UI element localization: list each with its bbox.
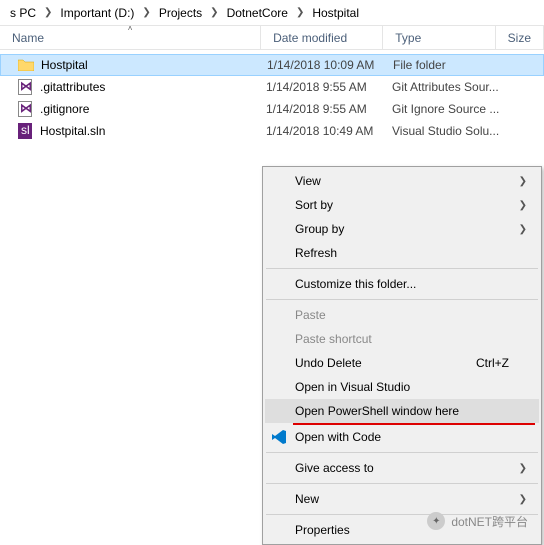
file-name: .gitignore: [40, 102, 266, 116]
file-row[interactable]: Hostpital 1/14/2018 10:09 AM File folder: [0, 54, 544, 76]
menu-label: Give access to: [295, 461, 374, 475]
menu-separator: [266, 483, 538, 484]
column-date[interactable]: Date modified: [261, 26, 383, 49]
chevron-right-icon: ❯: [290, 7, 310, 18]
chevron-right-icon: ❯: [136, 7, 156, 18]
chevron-right-icon: ❯: [519, 463, 527, 474]
vs-file-icon: ⋈: [16, 79, 34, 95]
chevron-right-icon: ❯: [204, 7, 224, 18]
menu-label: Paste: [295, 308, 326, 322]
file-type: Visual Studio Solu...: [392, 124, 510, 138]
menu-paste: Paste: [265, 303, 539, 327]
column-label: Name: [12, 31, 44, 45]
breadcrumb[interactable]: s PC ❯ Important (D:) ❯ Projects ❯ Dotne…: [0, 0, 544, 26]
menu-give-access-to[interactable]: Give access to ❯: [265, 456, 539, 480]
menu-label: Undo Delete: [295, 356, 362, 370]
file-date: 1/14/2018 9:55 AM: [266, 80, 392, 94]
svg-text:⋈: ⋈: [20, 101, 32, 115]
watermark: ✦ dotNET跨平台: [427, 512, 528, 530]
file-date: 1/14/2018 10:09 AM: [267, 58, 393, 72]
menu-sort-by[interactable]: Sort by ❯: [265, 193, 539, 217]
menu-refresh[interactable]: Refresh: [265, 241, 539, 265]
menu-label: View: [295, 174, 321, 188]
sort-ascending-icon: ˄: [128, 24, 133, 33]
menu-shortcut: Ctrl+Z: [476, 356, 509, 370]
menu-separator: [266, 268, 538, 269]
menu-label: Customize this folder...: [295, 277, 416, 291]
breadcrumb-item[interactable]: Hostpital: [310, 6, 361, 20]
column-name[interactable]: Name ˄: [0, 26, 261, 49]
folder-icon: [17, 57, 35, 73]
menu-open-powershell[interactable]: Open PowerShell window here: [265, 399, 539, 423]
breadcrumb-item[interactable]: s PC: [8, 6, 38, 20]
sln-file-icon: sl: [16, 123, 34, 139]
chevron-right-icon: ❯: [38, 7, 58, 18]
column-headers: Name ˄ Date modified Type Size: [0, 26, 544, 50]
menu-separator: [266, 299, 538, 300]
menu-open-with-code[interactable]: Open with Code: [265, 425, 539, 449]
chevron-right-icon: ❯: [519, 200, 527, 211]
file-row[interactable]: ⋈ .gitattributes 1/14/2018 9:55 AM Git A…: [0, 76, 544, 98]
menu-new[interactable]: New ❯: [265, 487, 539, 511]
file-name: Hostpital.sln: [40, 124, 266, 138]
menu-view[interactable]: View ❯: [265, 169, 539, 193]
menu-label: New: [295, 492, 319, 506]
column-type[interactable]: Type: [383, 26, 495, 49]
menu-undo-delete[interactable]: Undo Delete Ctrl+Z: [265, 351, 539, 375]
menu-label: Group by: [295, 222, 344, 236]
vs-file-icon: ⋈: [16, 101, 34, 117]
menu-group-by[interactable]: Group by ❯: [265, 217, 539, 241]
breadcrumb-item[interactable]: Important (D:): [58, 6, 136, 20]
file-row[interactable]: sl Hostpital.sln 1/14/2018 10:49 AM Visu…: [0, 120, 544, 142]
column-label: Size: [508, 31, 531, 45]
menu-open-visual-studio[interactable]: Open in Visual Studio: [265, 375, 539, 399]
chevron-right-icon: ❯: [519, 176, 527, 187]
file-list: Hostpital 1/14/2018 10:09 AM File folder…: [0, 50, 544, 146]
file-type: Git Ignore Source ...: [392, 102, 510, 116]
watermark-text: dotNET跨平台: [451, 513, 528, 530]
file-type: File folder: [393, 58, 511, 72]
menu-customize-folder[interactable]: Customize this folder...: [265, 272, 539, 296]
chevron-right-icon: ❯: [519, 494, 527, 505]
file-date: 1/14/2018 10:49 AM: [266, 124, 392, 138]
svg-text:⋈: ⋈: [20, 79, 32, 93]
file-name: .gitattributes: [40, 80, 266, 94]
file-name: Hostpital: [41, 58, 267, 72]
menu-label: Open PowerShell window here: [295, 404, 459, 418]
menu-label: Paste shortcut: [295, 332, 372, 346]
menu-separator: [266, 452, 538, 453]
file-type: Git Attributes Sour...: [392, 80, 510, 94]
menu-label: Refresh: [295, 246, 337, 260]
file-row[interactable]: ⋈ .gitignore 1/14/2018 9:55 AM Git Ignor…: [0, 98, 544, 120]
breadcrumb-item[interactable]: DotnetCore: [225, 6, 290, 20]
breadcrumb-item[interactable]: Projects: [157, 6, 204, 20]
file-date: 1/14/2018 9:55 AM: [266, 102, 392, 116]
vscode-icon: [271, 429, 287, 445]
column-label: Date modified: [273, 31, 347, 45]
column-size[interactable]: Size: [496, 26, 544, 49]
menu-label: Properties: [295, 523, 350, 537]
column-label: Type: [395, 31, 421, 45]
menu-label: Open in Visual Studio: [295, 380, 410, 394]
menu-label: Sort by: [295, 198, 333, 212]
svg-text:sl: sl: [21, 123, 30, 137]
menu-label: Open with Code: [295, 430, 381, 444]
context-menu: View ❯ Sort by ❯ Group by ❯ Refresh Customi…: [262, 166, 542, 545]
chevron-right-icon: ❯: [519, 224, 527, 235]
menu-paste-shortcut: Paste shortcut: [265, 327, 539, 351]
wechat-icon: ✦: [427, 512, 445, 530]
